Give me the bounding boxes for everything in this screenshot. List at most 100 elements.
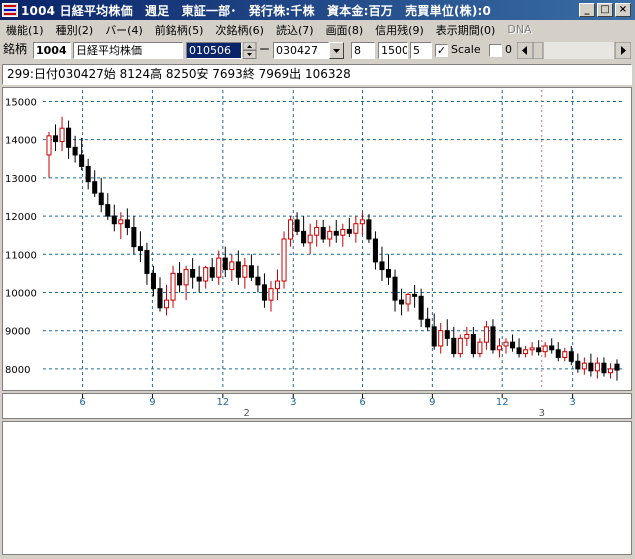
param1-input[interactable]: 8 [351, 42, 375, 59]
candle[interactable] [131, 216, 137, 255]
candle[interactable] [46, 132, 52, 178]
candle[interactable] [79, 137, 85, 171]
candle[interactable] [163, 284, 170, 316]
menu-item-4[interactable]: 前銘柄(5) [155, 22, 204, 38]
candle[interactable] [379, 246, 385, 282]
price-chart-pane[interactable]: 8000 9000 10000 11000 12000 13000 14000 15000 [2, 87, 632, 391]
candle[interactable] [190, 258, 196, 289]
candle[interactable] [555, 342, 561, 362]
menu-item-7[interactable]: 画面(8) [326, 22, 364, 38]
candle[interactable] [601, 357, 607, 377]
candle[interactable] [170, 265, 176, 308]
candle[interactable] [288, 216, 294, 247]
candle[interactable] [92, 170, 98, 197]
name-field[interactable]: 日経平均株価 [73, 42, 183, 59]
scale-checkbox[interactable]: ✓ [435, 44, 448, 57]
candle[interactable] [536, 340, 542, 356]
end-date-select[interactable]: 030427 [273, 42, 329, 59]
menu-item-6[interactable]: 読込(7) [276, 22, 314, 38]
candle[interactable] [542, 342, 548, 358]
candle[interactable] [581, 357, 587, 375]
candle[interactable] [392, 269, 398, 312]
candle[interactable] [98, 177, 104, 213]
scroll-thumb[interactable] [532, 41, 544, 60]
candle[interactable] [177, 261, 183, 293]
candle[interactable] [66, 120, 72, 159]
candle[interactable] [588, 353, 594, 377]
candle[interactable] [470, 326, 476, 358]
candle[interactable] [137, 231, 143, 262]
candle[interactable] [268, 281, 274, 312]
candle[interactable] [144, 242, 150, 285]
param2-input[interactable]: 1500 [378, 42, 408, 59]
candle[interactable] [301, 216, 307, 247]
candle[interactable] [53, 124, 59, 152]
menu-item-3[interactable]: バー(4) [105, 22, 143, 38]
candle[interactable] [607, 363, 613, 379]
candle[interactable] [340, 223, 346, 247]
candle[interactable] [457, 334, 463, 358]
code-input[interactable]: 1004 [33, 42, 71, 59]
candle[interactable] [477, 338, 483, 358]
candle[interactable] [503, 338, 509, 354]
candle[interactable] [248, 254, 254, 282]
candle[interactable] [614, 359, 620, 381]
candle[interactable] [385, 254, 392, 285]
candle[interactable] [399, 288, 405, 316]
candle[interactable] [451, 326, 457, 358]
candle[interactable] [412, 284, 418, 308]
menu-item-9[interactable]: 表示期間(0) [436, 22, 496, 38]
candlestick-chart[interactable]: 8000 9000 10000 11000 12000 13000 14000 15000 [3, 88, 631, 390]
candle[interactable] [209, 258, 215, 282]
candle[interactable] [274, 269, 281, 301]
candle[interactable] [372, 231, 378, 270]
candle[interactable] [425, 307, 431, 331]
candle[interactable] [490, 319, 496, 354]
candle[interactable] [346, 217, 352, 238]
candle[interactable] [353, 216, 359, 243]
indicator-pane[interactable] [2, 421, 632, 555]
candle[interactable] [203, 265, 209, 289]
candle[interactable] [594, 357, 600, 379]
spinner-icon[interactable] [242, 41, 257, 59]
candle[interactable] [562, 347, 568, 362]
candle[interactable] [333, 219, 339, 243]
candle[interactable] [157, 277, 163, 312]
candle[interactable] [327, 225, 333, 247]
candle[interactable] [242, 258, 248, 289]
candle[interactable] [464, 326, 470, 346]
candle[interactable] [229, 254, 235, 282]
candle[interactable] [510, 334, 516, 352]
candle[interactable] [523, 345, 529, 358]
candle[interactable] [320, 219, 326, 243]
candle[interactable] [281, 231, 287, 289]
candle[interactable] [516, 338, 522, 358]
candle[interactable] [235, 250, 241, 285]
candle[interactable] [183, 265, 189, 301]
end-date-dropdown-button[interactable] [329, 42, 344, 59]
candle[interactable] [418, 288, 424, 327]
date-spinner[interactable] [242, 41, 257, 59]
candle[interactable] [549, 338, 555, 354]
candle[interactable] [222, 246, 228, 278]
candle[interactable] [496, 338, 503, 358]
horizontal-scrollbar[interactable] [516, 41, 632, 60]
candle[interactable] [366, 214, 372, 243]
menu-item-1[interactable]: 機能(1) [6, 22, 44, 38]
candle[interactable] [105, 193, 111, 220]
candle[interactable] [438, 323, 444, 354]
candle[interactable] [261, 273, 267, 308]
candle[interactable] [124, 208, 130, 236]
candle[interactable] [216, 250, 222, 285]
candle[interactable] [111, 204, 117, 232]
candle[interactable] [575, 353, 581, 373]
candle[interactable] [314, 219, 320, 247]
menu-item-8[interactable]: 信用残(9) [375, 22, 424, 38]
zero-checkbox[interactable] [489, 44, 502, 57]
candle[interactable] [196, 265, 202, 293]
menu-item-5[interactable]: 次銘柄(6) [215, 22, 264, 38]
minimize-button[interactable]: _ [579, 3, 595, 17]
start-date-input[interactable]: 010506 [186, 42, 242, 59]
menu-item-2[interactable]: 種別(2) [56, 22, 94, 38]
candle[interactable] [529, 342, 535, 356]
